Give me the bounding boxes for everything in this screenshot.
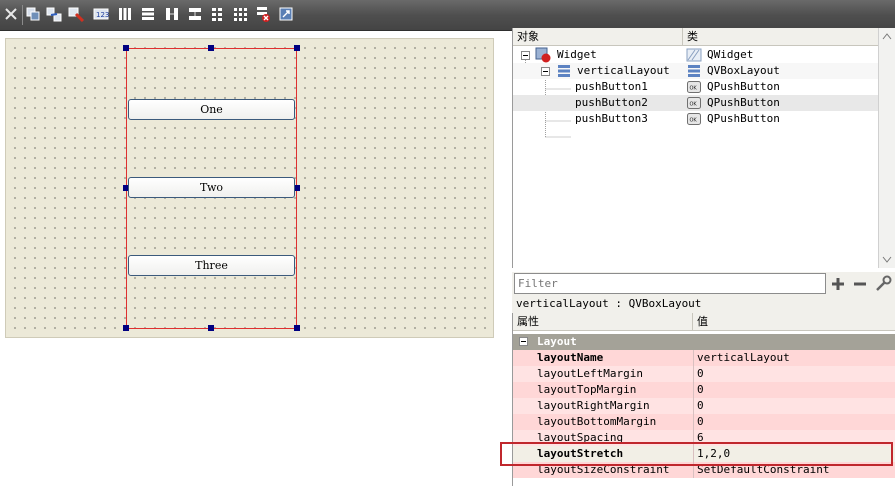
column-header-property[interactable]: 属性: [513, 313, 693, 331]
remove-property-icon[interactable]: [852, 276, 868, 292]
property-row-layoutbottommargin[interactable]: layoutBottomMargin 0: [513, 414, 895, 430]
tree-name: Widget: [557, 48, 597, 61]
edit-buddies-icon[interactable]: [68, 6, 84, 22]
property-name: layoutRightMargin: [537, 399, 650, 412]
tree-class: QPushButton: [707, 80, 780, 93]
layout-vertical-splitter-icon[interactable]: [187, 6, 203, 22]
property-row-layouttopmargin[interactable]: layoutTopMargin 0: [513, 382, 895, 398]
property-name: layoutLeftMargin: [537, 367, 643, 380]
layout-horizontal-icon[interactable]: [117, 6, 133, 22]
collapse-icon[interactable]: [521, 51, 530, 60]
property-value[interactable]: 0: [697, 414, 704, 430]
scroll-down-icon[interactable]: [882, 256, 892, 264]
object-inspector-scrollbar[interactable]: [878, 28, 895, 268]
property-value[interactable]: 0: [697, 366, 704, 382]
column-divider: [693, 414, 694, 430]
layout-grid-icon[interactable]: [209, 6, 225, 22]
property-name: layoutBottomMargin: [537, 415, 657, 428]
add-property-icon[interactable]: [830, 276, 846, 292]
property-group-layout[interactable]: Layout: [513, 334, 895, 350]
vbox-layout-icon: [558, 65, 570, 77]
tree-class: QVBoxLayout: [707, 64, 780, 77]
property-group-label: Layout: [537, 335, 577, 348]
tree-name: pushButton3: [575, 112, 648, 125]
column-header-class[interactable]: 类: [683, 28, 895, 46]
scroll-up-icon[interactable]: [882, 32, 892, 40]
svg-text:123: 123: [96, 11, 109, 19]
property-value[interactable]: 0: [697, 382, 704, 398]
push-button-class-icon: OK: [687, 81, 701, 93]
tree-class: QPushButton: [707, 96, 780, 109]
column-divider: [693, 398, 694, 414]
tree-name: pushButton2: [575, 96, 648, 109]
svg-text:OK: OK: [690, 86, 698, 92]
resize-handle[interactable]: [208, 45, 214, 51]
resize-handle[interactable]: [208, 325, 214, 331]
column-divider: [693, 366, 694, 382]
resize-handle[interactable]: [294, 45, 300, 51]
property-row-layoutname[interactable]: layoutName verticalLayout: [513, 350, 895, 366]
svg-text:OK: OK: [690, 102, 698, 108]
push-button-class-icon: OK: [687, 97, 701, 109]
filter-input[interactable]: [514, 273, 826, 294]
resize-handle[interactable]: [294, 325, 300, 331]
column-divider: [693, 382, 694, 398]
selected-object-label: verticalLayout : QVBoxLayout: [512, 296, 895, 313]
object-inspector: 对象 类 Widget QWidget verticalLayout QVBox…: [512, 28, 895, 268]
push-button-three[interactable]: Three: [128, 255, 295, 276]
push-button-class-icon: OK: [687, 113, 701, 125]
qvboxlayout-class-icon: [688, 65, 700, 77]
edit-widgets-icon[interactable]: [25, 6, 41, 22]
tree-name: pushButton1: [575, 80, 648, 93]
column-divider: [693, 350, 694, 366]
column-header-value[interactable]: 值: [693, 313, 895, 331]
property-value[interactable]: 0: [697, 398, 704, 414]
property-row-layoutrightmargin[interactable]: layoutRightMargin 0: [513, 398, 895, 414]
layout-form-icon[interactable]: [232, 6, 248, 22]
layout-vertical-icon[interactable]: [140, 6, 156, 22]
property-value[interactable]: verticalLayout: [697, 350, 790, 366]
tree-row-pushbutton1[interactable]: pushButton1 OK QPushButton: [513, 79, 883, 95]
push-button-two[interactable]: Two: [128, 177, 295, 198]
push-button-one[interactable]: One: [128, 99, 295, 120]
column-header-object[interactable]: 对象: [513, 28, 683, 46]
resize-handle[interactable]: [123, 325, 129, 331]
tree-name: verticalLayout: [577, 64, 670, 77]
break-layout-icon[interactable]: [255, 6, 271, 22]
property-name: layoutTopMargin: [537, 383, 637, 396]
resize-handle[interactable]: [123, 45, 129, 51]
property-row-layoutleftmargin[interactable]: layoutLeftMargin 0: [513, 366, 895, 382]
filter-bar: [512, 272, 895, 296]
property-name: layoutName: [537, 351, 604, 364]
tree-class: QPushButton: [707, 112, 780, 125]
tree-row-verticallayout[interactable]: verticalLayout QVBoxLayout: [513, 63, 883, 79]
layout-horizontal-splitter-icon[interactable]: [164, 6, 180, 22]
qwidget-class-icon: [686, 48, 702, 62]
close-icon[interactable]: [3, 6, 19, 22]
configure-wrench-icon[interactable]: [874, 275, 892, 293]
annotation-highlight-box: [500, 442, 893, 466]
adjust-size-icon[interactable]: [278, 6, 294, 22]
tree-class: QWidget: [707, 48, 754, 61]
tree-row-pushbutton3[interactable]: pushButton3 OK QPushButton: [513, 111, 883, 127]
edit-tab-order-icon[interactable]: 123: [93, 6, 109, 22]
tree-row-pushbutton2[interactable]: pushButton2 OK QPushButton: [513, 95, 883, 111]
edit-signals-icon[interactable]: [46, 6, 62, 22]
tree-row-widget[interactable]: Widget QWidget: [513, 47, 883, 63]
form-editor-toolbar: 123: [0, 0, 895, 31]
svg-text:OK: OK: [690, 118, 698, 124]
widget-icon: [535, 47, 551, 63]
collapse-icon[interactable]: [519, 337, 528, 346]
collapse-icon[interactable]: [541, 67, 550, 76]
toolbar-separator: [22, 5, 23, 25]
